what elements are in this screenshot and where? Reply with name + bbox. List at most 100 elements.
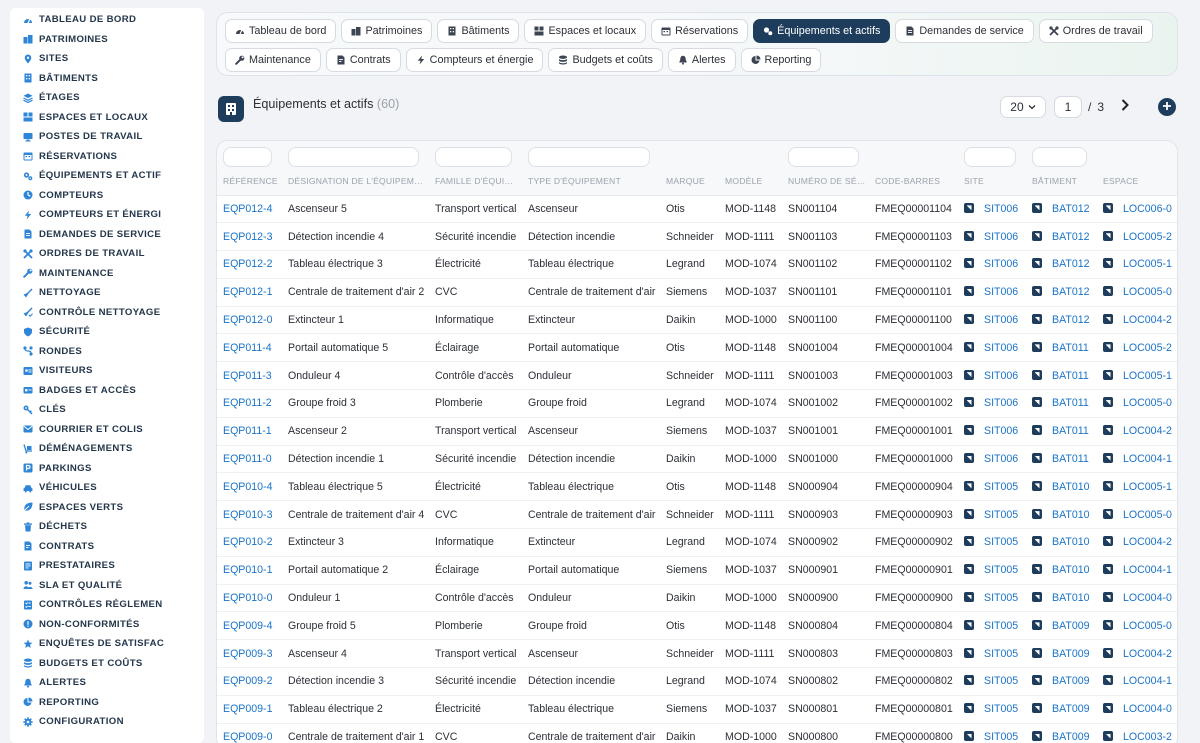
- site-link[interactable]: SIT005: [984, 564, 1018, 576]
- table-row[interactable]: EQP010-0 Onduleur 1 Contrôle d'accès Ondule…: [217, 584, 1177, 613]
- sidebar-item-broom-check[interactable]: CONTRÔLE NETTOYAGE: [10, 303, 204, 323]
- sidebar-item-parking[interactable]: PARKINGS: [10, 459, 204, 479]
- open-link-icon[interactable]: [964, 647, 974, 658]
- batiment-link[interactable]: BAT010: [1052, 592, 1090, 604]
- table-row[interactable]: EQP011-1 Ascenseur 2 Transport vertical Asc…: [217, 417, 1177, 446]
- add-equipment-button[interactable]: [1158, 98, 1176, 116]
- sidebar-item-dolly[interactable]: DÉMÉNAGEMENTS: [10, 439, 204, 459]
- column-header-marque[interactable]: MARQUE: [660, 167, 719, 196]
- cell-reference[interactable]: EQP011-4: [217, 333, 282, 363]
- tab-calendar[interactable]: Réservations: [651, 19, 749, 43]
- site-link[interactable]: SIT006: [984, 342, 1018, 354]
- espace-link[interactable]: LOC005-1: [1123, 370, 1172, 382]
- tab-tools[interactable]: Ordres de travail: [1038, 19, 1153, 43]
- open-link-icon[interactable]: [1032, 230, 1042, 241]
- cell-reference[interactable]: EQP010-4: [217, 472, 282, 502]
- table-row[interactable]: EQP011-4 Portail automatique 5 Éclairage Po…: [217, 333, 1177, 363]
- site-link[interactable]: SIT006: [984, 203, 1018, 215]
- open-link-icon[interactable]: [1103, 508, 1113, 519]
- site-link[interactable]: SIT005: [984, 703, 1018, 715]
- espace-link[interactable]: LOC004-2: [1123, 425, 1172, 437]
- batiment-link[interactable]: BAT011: [1052, 425, 1089, 437]
- open-link-icon[interactable]: [964, 314, 974, 325]
- batiment-link[interactable]: BAT012: [1052, 231, 1090, 243]
- open-link-icon[interactable]: [1103, 480, 1113, 491]
- open-link-icon[interactable]: [964, 369, 974, 380]
- page-size-select[interactable]: 20: [999, 96, 1046, 118]
- sidebar-item-car[interactable]: VÉHICULES: [10, 478, 204, 498]
- sidebar-item-spaces[interactable]: ESPACES ET LOCAUX: [10, 108, 204, 128]
- espace-link[interactable]: LOC005-1: [1123, 258, 1172, 270]
- table-row[interactable]: EQP009-1 Tableau électrique 2 Électricité T…: [217, 695, 1177, 724]
- filter-input-batiment[interactable]: [1032, 147, 1087, 167]
- open-link-icon[interactable]: [964, 286, 974, 297]
- cell-reference[interactable]: EQP011-2: [217, 389, 282, 418]
- batiment-link[interactable]: BAT010: [1052, 564, 1090, 576]
- table-row[interactable]: EQP011-0 Détection incendie 1 Sécurité inc…: [217, 445, 1177, 474]
- espace-link[interactable]: LOC005-0: [1123, 397, 1172, 409]
- open-link-icon[interactable]: [1103, 703, 1113, 714]
- batiment-link[interactable]: BAT011: [1052, 370, 1089, 382]
- current-page-input[interactable]: [1053, 96, 1082, 118]
- open-link-icon[interactable]: [964, 675, 974, 686]
- open-link-icon[interactable]: [1032, 731, 1042, 742]
- sidebar-item-layers[interactable]: ÉTAGES: [10, 88, 204, 108]
- open-link-icon[interactable]: [1032, 314, 1042, 325]
- sidebar-item-mail[interactable]: COURRIER ET COLIS: [10, 420, 204, 440]
- table-row[interactable]: EQP011-3 Onduleur 4 Contrôle d'accès Ondule…: [217, 361, 1177, 391]
- sidebar-item-wrench[interactable]: MAINTENANCE: [10, 264, 204, 284]
- site-link[interactable]: SIT006: [984, 425, 1018, 437]
- filter-input-famille[interactable]: [435, 147, 512, 167]
- table-row[interactable]: EQP012-1 Centrale de traitement d'air 2 CV…: [217, 278, 1177, 307]
- site-link[interactable]: SIT006: [984, 453, 1018, 465]
- open-link-icon[interactable]: [1103, 592, 1113, 603]
- site-link[interactable]: SIT006: [984, 370, 1018, 382]
- batiment-link[interactable]: BAT012: [1052, 286, 1090, 298]
- cell-reference[interactable]: EQP012-1: [217, 278, 282, 307]
- open-link-icon[interactable]: [1032, 341, 1042, 352]
- open-link-icon[interactable]: [964, 592, 974, 603]
- cell-reference[interactable]: EQP009-1: [217, 695, 282, 724]
- open-link-icon[interactable]: [964, 230, 974, 241]
- batiment-link[interactable]: BAT009: [1052, 731, 1090, 743]
- table-row[interactable]: EQP012-2 Tableau électrique 3 Électricité T…: [217, 250, 1177, 279]
- sidebar-item-broom[interactable]: NETTOYAGE: [10, 283, 204, 303]
- cell-reference[interactable]: EQP010-2: [217, 528, 282, 557]
- espace-link[interactable]: LOC004-1: [1123, 453, 1172, 465]
- batiment-link[interactable]: BAT010: [1052, 509, 1090, 521]
- sidebar-item-chart-pie[interactable]: REPORTING: [10, 693, 204, 713]
- tab-gears[interactable]: Équipements et actifs: [753, 19, 891, 43]
- open-link-icon[interactable]: [1032, 564, 1042, 575]
- open-link-icon[interactable]: [964, 397, 974, 408]
- tab-bolt[interactable]: Compteurs et énergie: [405, 48, 544, 72]
- column-header-reference[interactable]: RÉFÉRENCE: [217, 167, 282, 196]
- next-page-button[interactable]: [1118, 99, 1132, 114]
- table-row[interactable]: EQP012-0 Extincteur 1 Informatique Extincte…: [217, 306, 1177, 335]
- open-link-icon[interactable]: [1103, 369, 1113, 380]
- open-link-icon[interactable]: [964, 480, 974, 491]
- batiment-link[interactable]: BAT011: [1052, 453, 1089, 465]
- tab-buildings[interactable]: Patrimoines: [341, 19, 433, 43]
- open-link-icon[interactable]: [964, 536, 974, 547]
- espace-link[interactable]: LOC005-2: [1123, 231, 1172, 243]
- column-header-famille[interactable]: FAMILLE D'ÉQUI…: [429, 167, 522, 196]
- espace-link[interactable]: LOC005-0: [1123, 509, 1172, 521]
- column-header-code-barres[interactable]: CODE-BARRES: [869, 167, 958, 196]
- column-header-designation[interactable]: DÉSIGNATION DE L'ÉQUIPEM…: [282, 167, 429, 196]
- open-link-icon[interactable]: [964, 564, 974, 575]
- sidebar-item-map-pin[interactable]: SITES: [10, 49, 204, 69]
- sidebar-item-money[interactable]: BUDGETS ET COÛTS: [10, 654, 204, 674]
- open-link-icon[interactable]: [1032, 453, 1042, 464]
- open-link-icon[interactable]: [964, 258, 974, 269]
- sidebar-item-gauge[interactable]: TABLEAU DE BORD: [10, 10, 204, 30]
- espace-link[interactable]: LOC004-1: [1123, 564, 1172, 576]
- tab-money[interactable]: Budgets et coûts: [548, 48, 663, 72]
- table-row[interactable]: EQP011-2 Groupe froid 3 Plomberie Groupe fr…: [217, 389, 1177, 418]
- site-link[interactable]: SIT005: [984, 592, 1018, 604]
- open-link-icon[interactable]: [1032, 202, 1042, 213]
- open-link-icon[interactable]: [1103, 425, 1113, 436]
- open-link-icon[interactable]: [1103, 731, 1113, 742]
- espace-link[interactable]: LOC004-1: [1123, 675, 1172, 687]
- site-link[interactable]: SIT005: [984, 536, 1018, 548]
- cell-reference[interactable]: EQP012-3: [217, 222, 282, 252]
